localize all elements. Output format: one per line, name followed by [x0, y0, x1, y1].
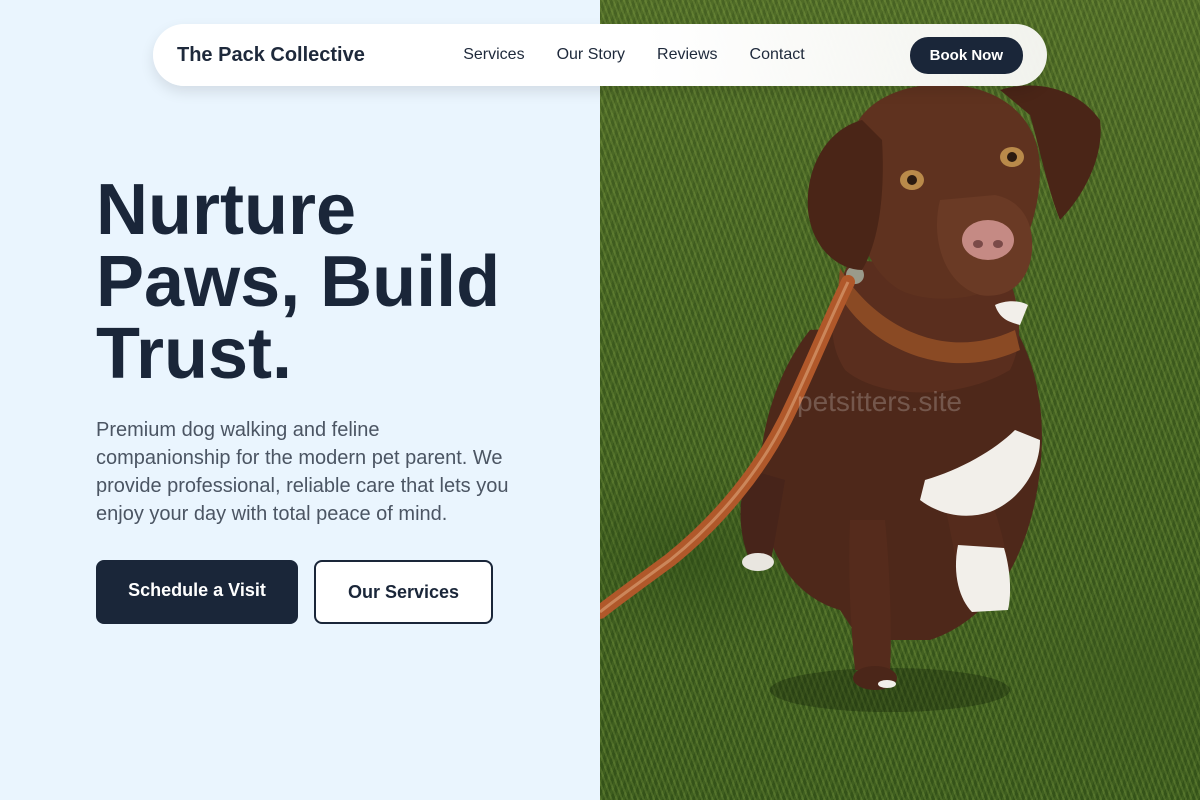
our-services-button[interactable]: Our Services: [314, 560, 493, 624]
nav-link-our-story[interactable]: Our Story: [557, 46, 625, 64]
hero-title-line-3: Trust.: [96, 314, 293, 394]
hero-photo: petsitters.site: [600, 0, 1200, 800]
book-now-button[interactable]: Book Now: [909, 36, 1023, 74]
hero-left-panel: [0, 0, 600, 800]
hero-cta-group: Schedule a Visit Our Services: [96, 560, 493, 624]
nav-link-reviews[interactable]: Reviews: [657, 46, 717, 64]
nav-link-contact[interactable]: Contact: [750, 46, 805, 64]
hero-title-line-2: Paws, Build: [96, 242, 501, 322]
hero-title-line-1: Nurture: [96, 170, 357, 250]
brand-logo[interactable]: The Pack Collective: [177, 44, 365, 67]
watermark: petsitters.site: [797, 386, 962, 417]
hero-description: Premium dog walking and feline companion…: [96, 419, 509, 525]
nav-links: Services Our Story Reviews Contact: [463, 46, 804, 64]
nav-link-services[interactable]: Services: [463, 46, 524, 64]
schedule-visit-button[interactable]: Schedule a Visit: [96, 560, 298, 624]
hero-title: Nurture Paws, Build Trust.: [96, 174, 576, 390]
navbar: The Pack Collective Services Our Story R…: [153, 24, 1047, 86]
